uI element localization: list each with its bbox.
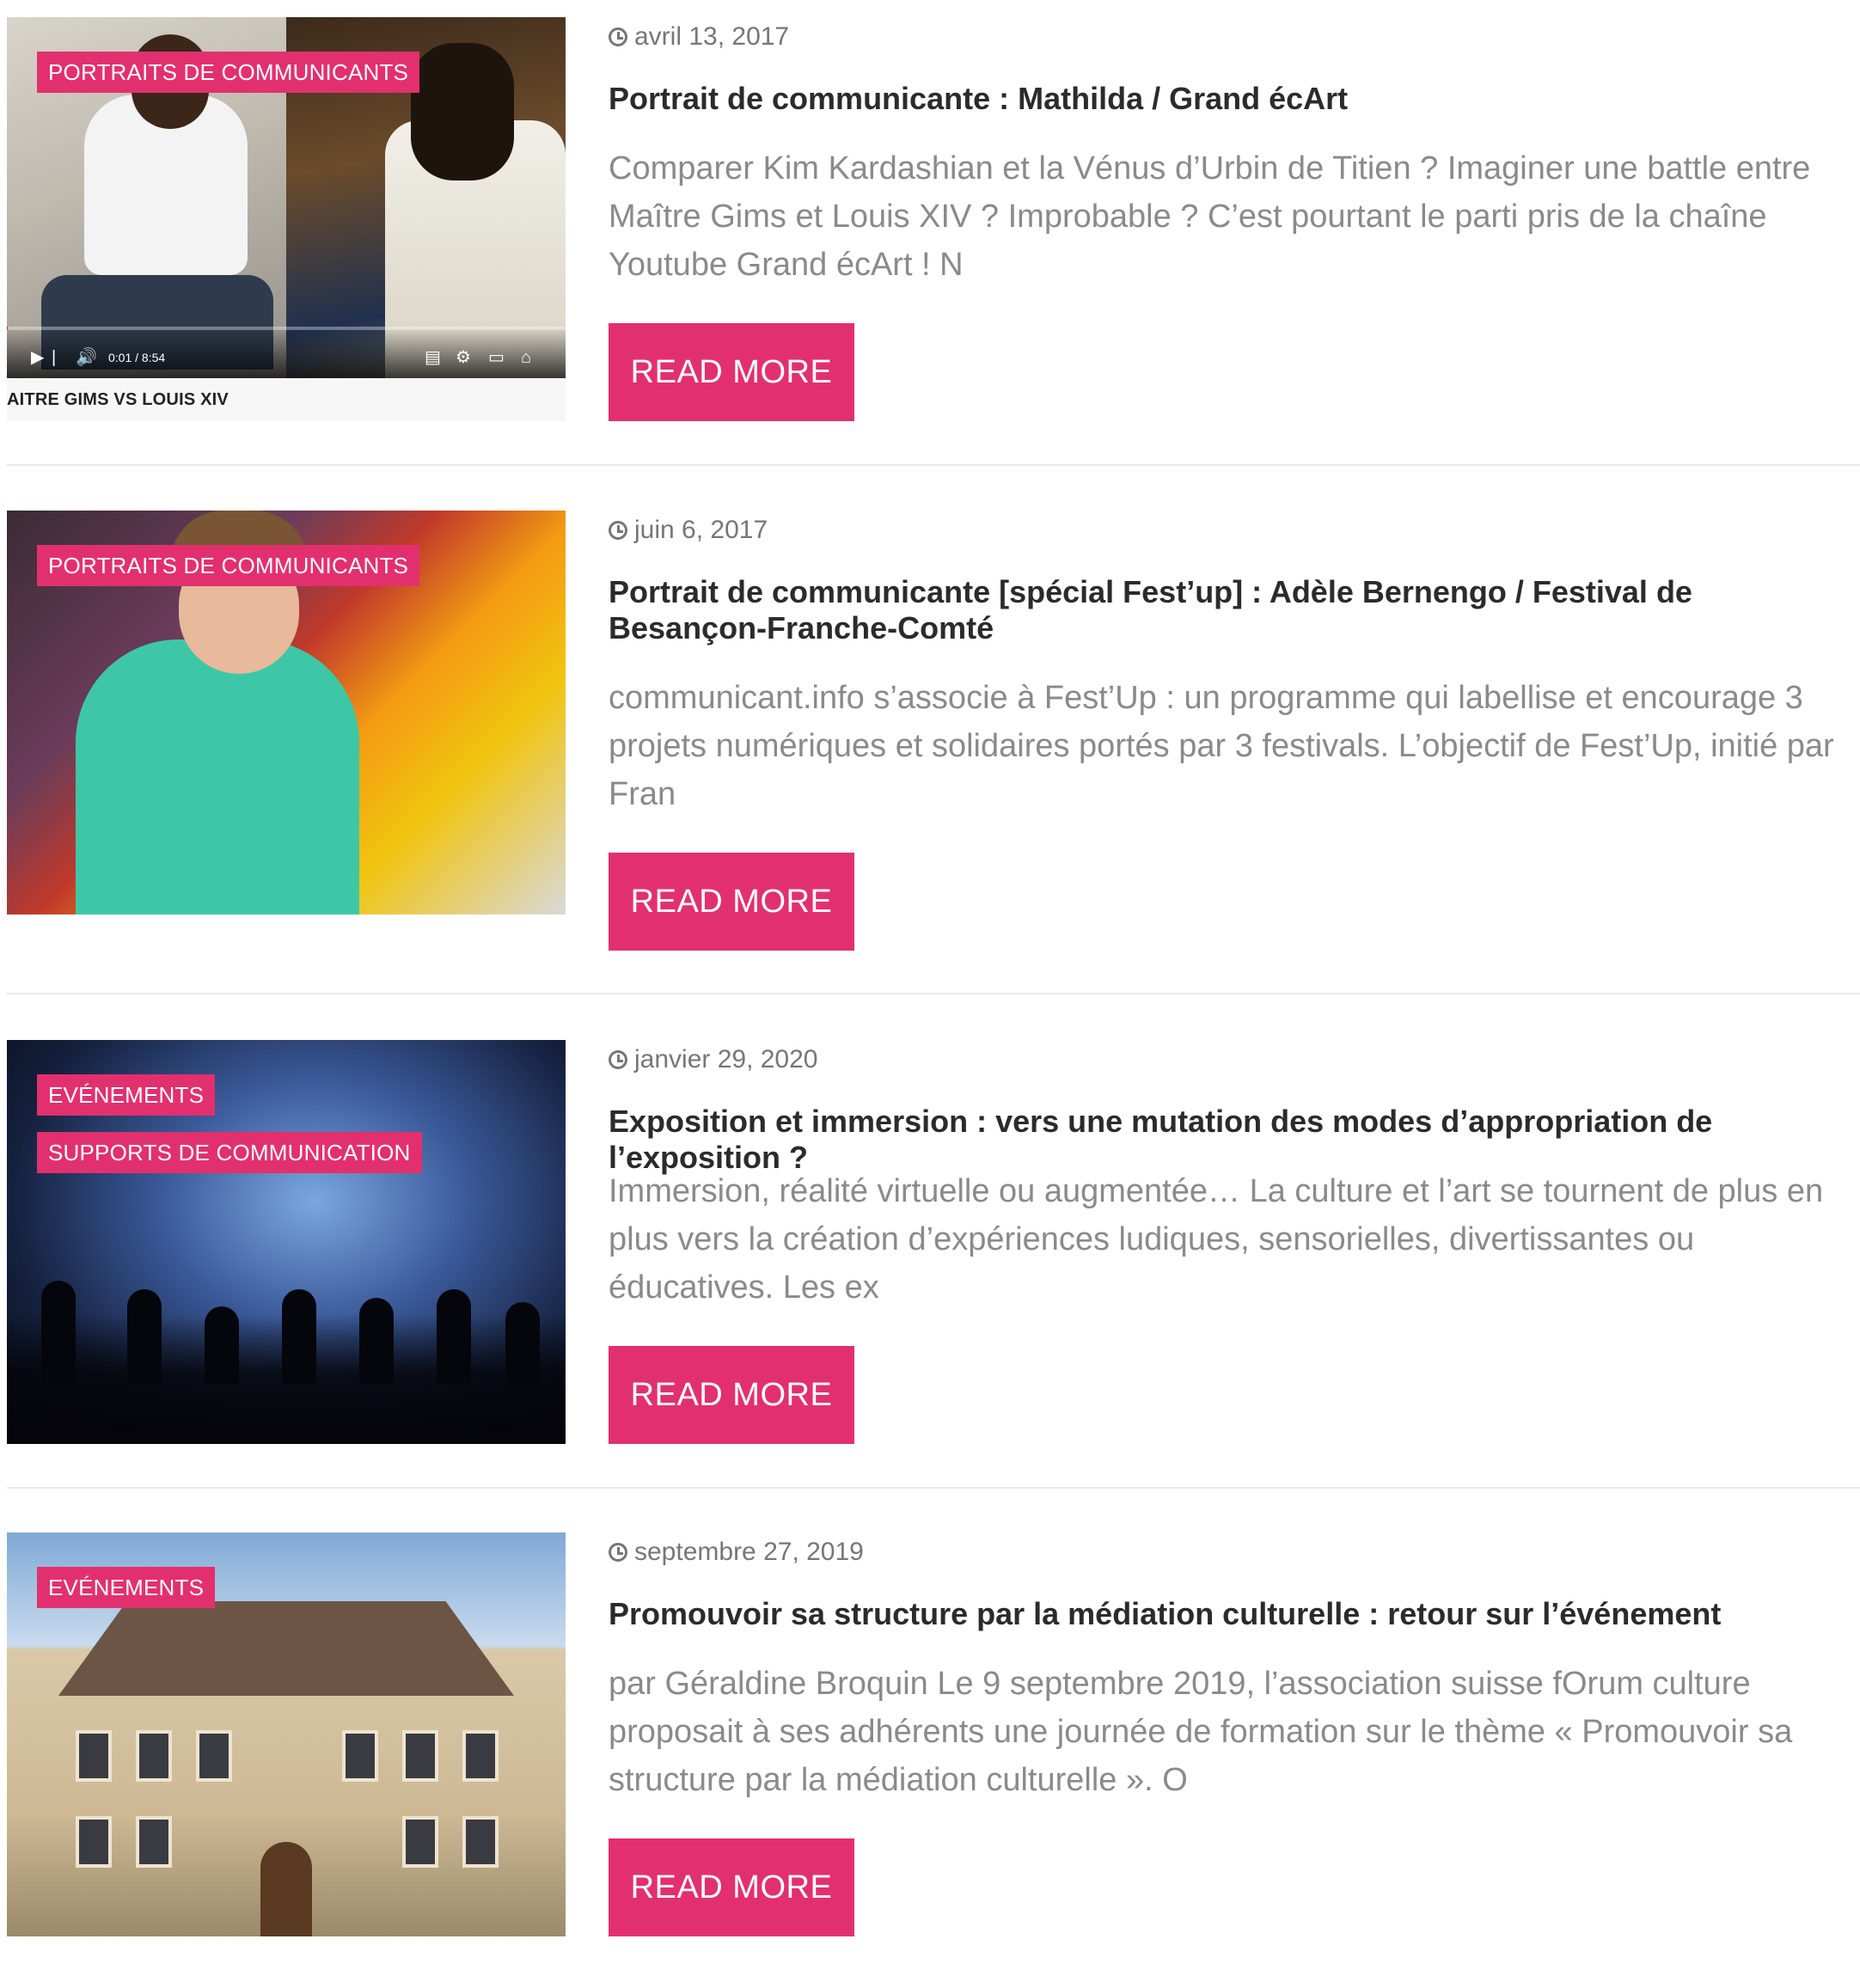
volume-icon[interactable]: 🔊 bbox=[76, 349, 97, 366]
read-more-button[interactable]: READ MORE bbox=[609, 1838, 854, 1936]
image-shape bbox=[76, 639, 359, 914]
image-shape bbox=[196, 1730, 232, 1782]
post-card: PORTRAITS DE COMMUNICANTS juin 6, 2017 P… bbox=[7, 511, 1860, 966]
post-card: ▶ | 🔊 0:01 / 8:54 ▤ ⚙ ▭ ⌂ AITRE GIMS VS … bbox=[7, 17, 1860, 473]
clock-icon bbox=[609, 28, 627, 46]
read-more-button[interactable]: READ MORE bbox=[609, 853, 854, 951]
play-icon[interactable]: ▶ bbox=[31, 349, 44, 366]
post-excerpt: Immersion, réalité virtuelle ou augmenté… bbox=[609, 1173, 1824, 1306]
post-excerpt: communicant.info s’associe à Fest’Up : u… bbox=[609, 680, 1834, 812]
subtitles-icon[interactable]: ▤ bbox=[425, 349, 441, 366]
post-date-text: avril 13, 2017 bbox=[634, 22, 790, 51]
image-shape bbox=[205, 1306, 239, 1384]
video-time: 0:01 / 8:54 bbox=[108, 351, 166, 364]
video-progress-bar[interactable] bbox=[7, 327, 566, 330]
image-shape bbox=[437, 1289, 471, 1384]
image-shape bbox=[342, 1730, 378, 1782]
image-shape bbox=[76, 1816, 112, 1868]
post-card: EVÉNEMENTS SUPPORTS DE COMMUNICATION jan… bbox=[7, 1040, 1860, 1496]
post-date-text: juin 6, 2017 bbox=[634, 516, 768, 544]
post-excerpt: par Géraldine Broquin Le 9 septembre 201… bbox=[609, 1666, 1793, 1798]
image-shape bbox=[136, 1816, 172, 1868]
category-tag[interactable]: EVÉNEMENTS bbox=[37, 1074, 216, 1116]
read-more-button[interactable]: READ MORE bbox=[609, 1346, 854, 1444]
video-caption: AITRE GIMS VS LOUIS XIV bbox=[7, 390, 229, 409]
post-title[interactable]: Promouvoir sa structure par la médiation… bbox=[609, 1596, 1855, 1632]
image-shape bbox=[76, 1730, 112, 1782]
post-divider bbox=[7, 464, 1860, 466]
post-date: avril 13, 2017 bbox=[609, 22, 789, 52]
image-shape bbox=[260, 1842, 312, 1936]
image-shape bbox=[41, 1281, 76, 1384]
video-progress-fill bbox=[7, 327, 9, 330]
post-divider bbox=[7, 1487, 1860, 1489]
miniplayer-icon[interactable]: ▭ bbox=[488, 349, 505, 366]
post-date: janvier 29, 2020 bbox=[609, 1045, 818, 1074]
image-shape bbox=[402, 1816, 438, 1868]
category-tag[interactable]: SUPPORTS DE COMMUNICATION bbox=[37, 1132, 422, 1173]
next-icon[interactable]: | bbox=[52, 349, 56, 366]
post-title[interactable]: Exposition et immersion : vers une mutat… bbox=[609, 1104, 1855, 1176]
post-excerpt: Comparer Kim Kardashian et la Vénus d’Ur… bbox=[609, 150, 1811, 283]
image-shape bbox=[402, 1730, 438, 1782]
clock-icon bbox=[609, 521, 627, 540]
category-tag[interactable]: EVÉNEMENTS bbox=[37, 1567, 216, 1608]
post-date: juin 6, 2017 bbox=[609, 516, 768, 545]
image-shape bbox=[127, 1289, 162, 1384]
post-date: septembre 27, 2019 bbox=[609, 1538, 864, 1567]
settings-gear-icon[interactable]: ⚙ bbox=[456, 349, 471, 366]
cast-icon[interactable]: ⌂ bbox=[521, 349, 531, 366]
post-card: EVÉNEMENTS septembre 27, 2019 Promouvoir… bbox=[7, 1532, 1860, 1988]
post-date-text: janvier 29, 2020 bbox=[634, 1045, 818, 1074]
category-tag[interactable]: PORTRAITS DE COMMUNICANTS bbox=[37, 545, 420, 586]
post-title[interactable]: Portrait de communicante [spécial Fest’u… bbox=[609, 574, 1855, 646]
image-shape bbox=[462, 1816, 499, 1868]
image-shape bbox=[282, 1289, 316, 1384]
category-tag[interactable]: PORTRAITS DE COMMUNICANTS bbox=[37, 52, 420, 93]
post-title[interactable]: Portrait de communicante : Mathilda / Gr… bbox=[609, 81, 1855, 117]
clock-icon bbox=[609, 1543, 627, 1562]
image-shape bbox=[505, 1302, 540, 1384]
post-date-text: septembre 27, 2019 bbox=[634, 1538, 864, 1566]
image-shape bbox=[411, 43, 514, 180]
read-more-button[interactable]: READ MORE bbox=[609, 323, 854, 421]
image-shape bbox=[359, 1298, 394, 1384]
image-shape bbox=[462, 1730, 499, 1782]
clock-icon bbox=[609, 1050, 627, 1069]
post-divider bbox=[7, 993, 1860, 994]
image-shape bbox=[58, 1601, 514, 1696]
image-shape bbox=[136, 1730, 172, 1782]
